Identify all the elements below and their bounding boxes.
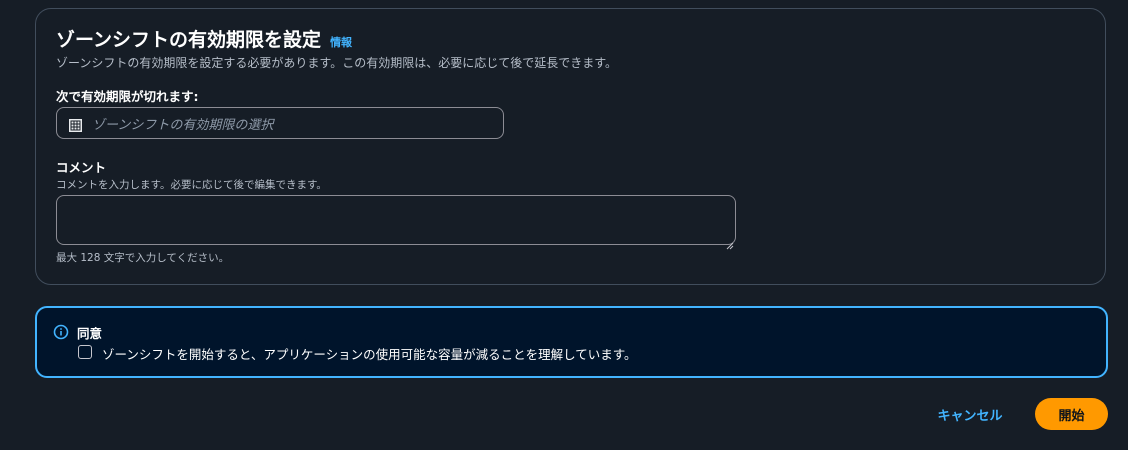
panel-header: ゾーンシフトの有効期限を設定 情報 (56, 25, 352, 52)
expiry-label: 次で有効期限が切れます: (56, 89, 199, 104)
calendar-icon (69, 117, 82, 132)
comment-label: コメント (56, 160, 107, 175)
panel-title: ゾーンシフトの有効期限を設定 (56, 29, 322, 51)
comment-description: コメントを入力します。必要に応じて後で編集できます。 (56, 179, 327, 191)
expiry-placeholder: ゾーンシフトの有効期限の選択 (92, 117, 274, 133)
consent-title: 同意 (77, 326, 103, 341)
cancel-button[interactable]: キャンセル (924, 398, 1016, 430)
expiry-panel: ゾーンシフトの有効期限を設定 情報 ゾーンシフトの有効期限を設定する必要がありま… (35, 8, 1106, 285)
start-button[interactable]: 開始 (1035, 398, 1108, 430)
info-icon (53, 324, 69, 340)
info-link[interactable]: 情報 (330, 34, 352, 50)
expiry-date-input[interactable]: ゾーンシフトの有効期限の選択 (56, 107, 504, 139)
consent-checkbox-label[interactable]: ゾーンシフトを開始すると、アプリケーションの使用可能な容量が減ることを理解してい… (102, 344, 637, 363)
comment-char-hint: 最大 128 文字で入力してください。 (56, 252, 230, 264)
resize-handle-icon[interactable] (726, 235, 734, 250)
zonal-shift-form: ゾーンシフトの有効期限を設定 情報 ゾーンシフトの有効期限を設定する必要がありま… (0, 0, 1128, 450)
comment-textarea[interactable] (56, 195, 736, 245)
panel-description: ゾーンシフトの有効期限を設定する必要があります。この有効期限は、必要に応じて後で… (56, 56, 618, 70)
consent-checkbox[interactable] (78, 345, 92, 359)
consent-alert: 同意 ゾーンシフトを開始すると、アプリケーションの使用可能な容量が減ることを理解… (35, 306, 1108, 378)
